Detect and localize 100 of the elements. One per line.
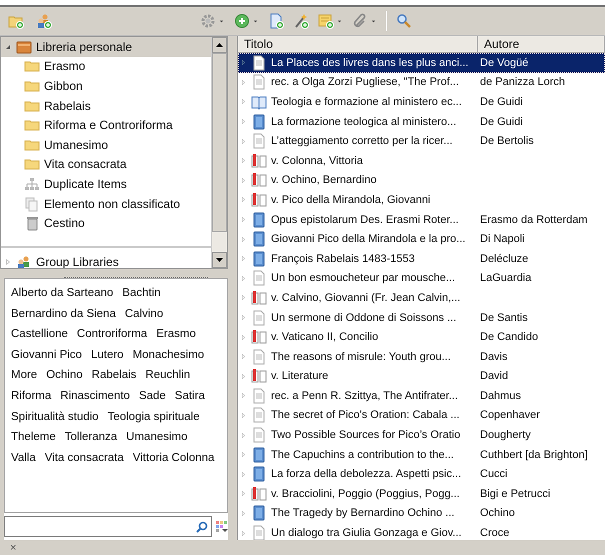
item-row[interactable]: La formazione teologica al ministero... De Guidi: [238, 112, 605, 132]
collapsed-arrow-icon[interactable]: [240, 334, 247, 341]
search-button[interactable]: [396, 13, 412, 29]
item-row[interactable]: v. Literature David: [238, 366, 605, 386]
collapsed-arrow-icon[interactable]: [240, 510, 247, 517]
tag[interactable]: Bernardino da Siena: [11, 304, 116, 324]
item-row[interactable]: rec. a Olga Zorzi Pugliese, "The Prof... de Panizza Lorch: [238, 72, 605, 92]
tag[interactable]: Lutero: [90, 344, 124, 366]
tag[interactable]: Spiritualità studio: [11, 406, 99, 428]
collection-item[interactable]: Erasmo: [1, 56, 211, 76]
item-row[interactable]: Un bon esmoucheteur par mousche... LaGuardia: [238, 268, 605, 288]
new-group-button[interactable]: [36, 13, 52, 29]
tag[interactable]: Erasmo: [156, 324, 196, 345]
collapsed-arrow-icon[interactable]: [240, 490, 247, 498]
item-row[interactable]: Giovanni Pico della Mirandola e la pro... Di Napoli: [238, 229, 605, 249]
item-row[interactable]: v. Pico della Mirandola, Giovanni: [238, 190, 605, 210]
tag[interactable]: Rabelais: [92, 365, 136, 386]
tag[interactable]: Vittoria Colonna: [132, 448, 214, 468]
collapsed-arrow-icon[interactable]: [240, 255, 247, 262]
item-row[interactable]: Opus epistolarum Des. Erasmi Roter... Erasmo da Rotterdam: [238, 210, 605, 230]
tag[interactable]: Controriforma: [76, 324, 148, 345]
item-row[interactable]: La Places des livres dans les plus anci... De Vogüé: [238, 53, 605, 73]
item-row[interactable]: rec. a Penn R. Szittya, The Antifrater... Dahmus: [238, 386, 605, 406]
collapsed-arrow-icon[interactable]: [4, 258, 12, 266]
collapsed-arrow-icon[interactable]: [240, 274, 247, 282]
collapsed-arrow-icon[interactable]: [240, 314, 247, 322]
item-row[interactable]: Un dialogo tra Giulia Gonzaga e Giov... Croce: [238, 523, 605, 540]
collapsed-arrow-icon[interactable]: [240, 372, 247, 380]
collection-item[interactable]: Rabelais: [1, 96, 211, 116]
tag[interactable]: Rinascimento: [60, 386, 130, 407]
collection-item[interactable]: Elemento non classificato: [1, 194, 211, 214]
tag[interactable]: Vita consacrata: [44, 448, 124, 468]
tag[interactable]: Giovanni Pico: [11, 344, 82, 366]
tag[interactable]: More: [11, 365, 38, 386]
new-document-button[interactable]: [268, 13, 284, 29]
item-row[interactable]: The secret of Pico's Oration: Cabala ... Copenhaver: [238, 406, 605, 426]
collapsed-arrow-icon[interactable]: [240, 470, 247, 478]
item-row[interactable]: v. Vaticano II, Concilio De Candido: [238, 327, 605, 347]
tag[interactable]: Calvino: [124, 304, 164, 324]
tag[interactable]: Riforma: [11, 386, 52, 407]
new-note-menu-button[interactable]: [318, 13, 343, 29]
column-header[interactable]: Titolo: [238, 36, 478, 52]
tag[interactable]: Ochino: [46, 365, 83, 386]
tag[interactable]: Umanesimo: [126, 427, 188, 448]
item-row[interactable]: v. Bracciolini, Poggio (Poggius, Pogg... Bigi e Petrucci: [238, 484, 605, 504]
tag[interactable]: Satira: [174, 386, 205, 407]
scroll-up-button[interactable]: [212, 37, 227, 53]
close-button[interactable]: ×: [10, 542, 16, 554]
tag[interactable]: Sade: [138, 386, 166, 407]
tag[interactable]: Reuchlin: [145, 365, 190, 386]
item-row[interactable]: v. Calvino, Giovanni (Fr. Jean Calvin,...: [238, 288, 605, 308]
collection-item[interactable]: Duplicate Items: [1, 174, 211, 194]
tag[interactable]: Monachesimo: [132, 344, 204, 366]
collapsed-arrow-icon[interactable]: [240, 392, 247, 400]
tag-color-menu-icon[interactable]: [216, 520, 228, 532]
item-row[interactable]: Teologia e formazione al ministero ec... De Guidi: [238, 92, 605, 112]
collection-item[interactable]: Vita consacrata: [1, 154, 211, 174]
collapsed-arrow-icon[interactable]: [240, 294, 247, 302]
item-row[interactable]: La forza della debolezza. Aspetti psic... Cucci: [238, 464, 605, 484]
collapsed-arrow-icon[interactable]: [240, 530, 247, 537]
paperclip-menu-button[interactable]: [352, 13, 377, 29]
collection-item[interactable]: Gibbon: [1, 76, 211, 96]
collection-item[interactable]: Group Libraries: [1, 252, 211, 268]
item-row[interactable]: v. Ochino, Bernardino: [238, 170, 605, 190]
gear-menu-button[interactable]: [200, 13, 225, 29]
tag[interactable]: Theleme: [11, 427, 56, 448]
collapsed-arrow-icon[interactable]: [240, 118, 247, 126]
tag[interactable]: Valla: [11, 448, 36, 468]
tag[interactable]: Tolleranza: [64, 427, 118, 448]
collapsed-arrow-icon[interactable]: [240, 157, 247, 164]
collection-item[interactable]: Riforma e Controriforma: [1, 115, 211, 135]
scroll-down-button[interactable]: [212, 252, 227, 268]
collapsed-arrow-icon[interactable]: [240, 176, 247, 184]
tag[interactable]: Teologia spirituale: [108, 406, 200, 428]
collapsed-arrow-icon[interactable]: [240, 236, 247, 243]
collapsed-arrow-icon[interactable]: [240, 353, 247, 360]
item-row[interactable]: Un sermone di Oddone di Soissons ... De Santis: [238, 308, 605, 328]
collapsed-arrow-icon[interactable]: [240, 98, 247, 106]
collapsed-arrow-icon[interactable]: [240, 196, 247, 204]
collection-item[interactable]: Libreria personale: [1, 37, 211, 57]
expanded-arrow-icon[interactable]: [4, 42, 12, 51]
collapsed-arrow-icon[interactable]: [240, 432, 247, 439]
tag[interactable]: Castellione: [11, 324, 68, 345]
item-row[interactable]: v. Colonna, Vittoria: [238, 150, 605, 171]
item-row[interactable]: Two Possible Sources for Pico’s Oratio Dougherty: [238, 425, 605, 445]
item-row[interactable]: The Tragedy by Bernardino Ochino ... Ochino: [238, 504, 605, 524]
collapsed-arrow-icon[interactable]: [240, 216, 247, 224]
item-row[interactable]: The Capuchins a contribution to the... Cuthbert [da Brighton]: [238, 444, 605, 464]
tag-search-field[interactable]: [4, 516, 212, 537]
collapsed-arrow-icon[interactable]: [240, 138, 247, 145]
collapsed-arrow-icon[interactable]: [240, 412, 247, 419]
item-row[interactable]: The reasons of misrule: Youth grou... Davis: [238, 346, 605, 366]
collapsed-arrow-icon[interactable]: [240, 78, 247, 86]
item-row[interactable]: L’atteggiamento corretto per la ricer... De Bertolis: [238, 131, 605, 151]
collapsed-arrow-icon[interactable]: [240, 59, 247, 66]
tag[interactable]: Bachtin: [122, 283, 161, 304]
collection-item[interactable]: Umanesimo: [1, 134, 211, 155]
item-row[interactable]: François Rabelais 1483-1553 Delécluze: [238, 248, 605, 269]
new-item-menu-button[interactable]: [234, 13, 259, 29]
column-header[interactable]: Autore: [478, 36, 605, 52]
